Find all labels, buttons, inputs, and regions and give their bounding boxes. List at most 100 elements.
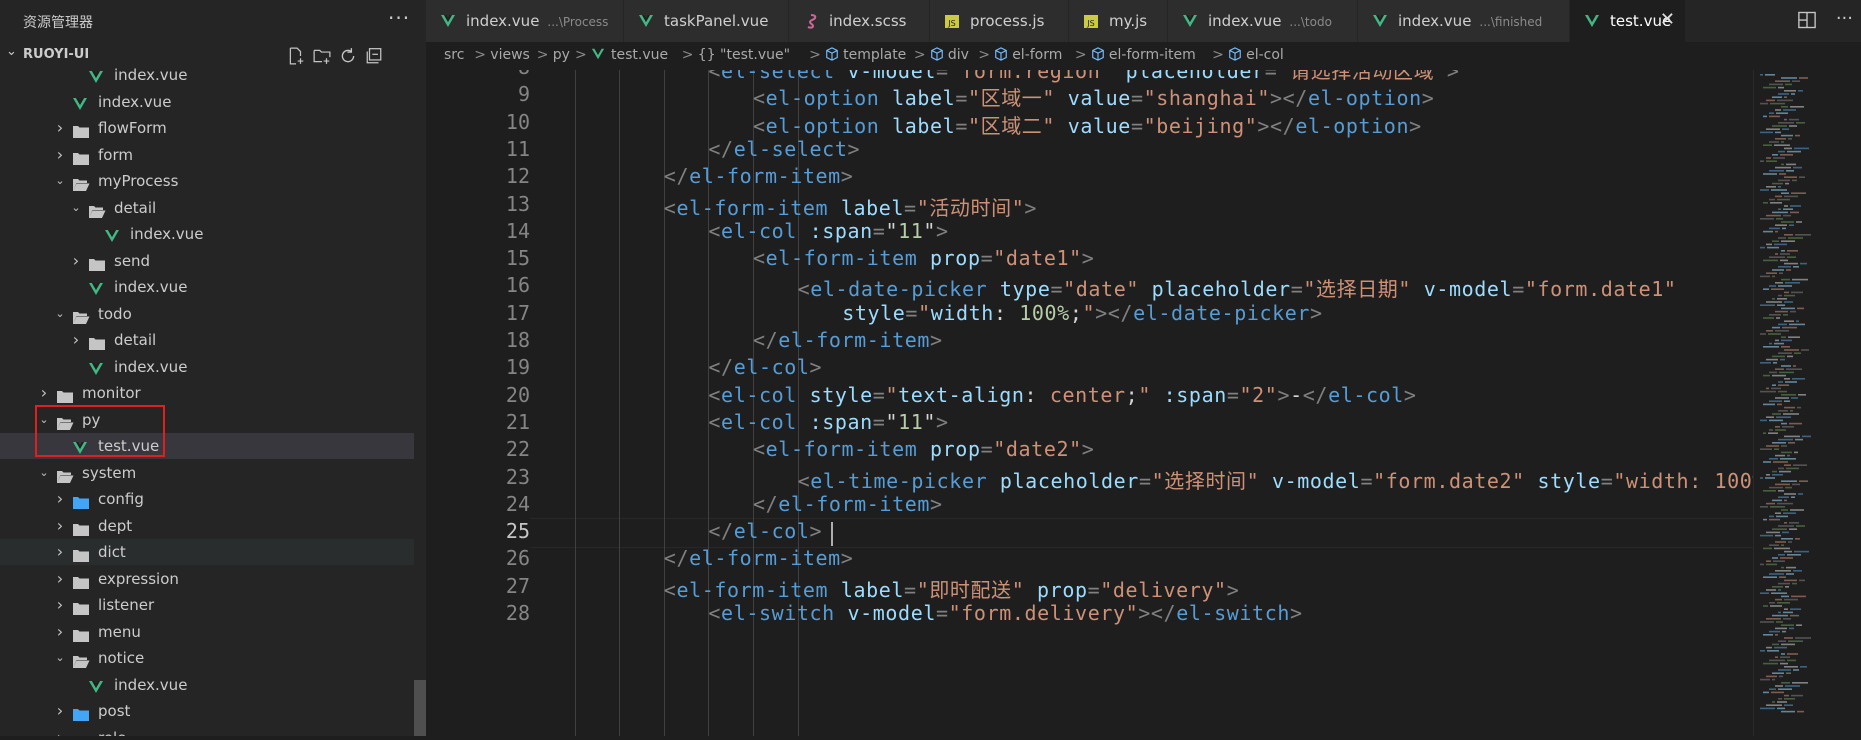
minimap-mark	[1793, 365, 1796, 367]
chevron-right-icon[interactable]: ›	[54, 115, 66, 141]
more-actions-icon[interactable]: ···	[388, 6, 410, 30]
editor-tab[interactable]: JS process.js	[930, 0, 1069, 42]
chevron-right-icon[interactable]: ›	[54, 513, 66, 539]
code-line[interactable]: style="width: 100%;"></el-date-picker>	[530, 301, 1323, 325]
file-item[interactable]: index.vue	[0, 89, 414, 115]
code-editor[interactable]: 8<el-select v-model="form.region" placeh…	[426, 70, 1861, 736]
breadcrumb-item[interactable]: {} "test.vue"	[698, 47, 790, 63]
chevron-right-icon[interactable]: ›	[54, 566, 66, 592]
code-line[interactable]: </el-col>	[530, 355, 822, 379]
code-line[interactable]: <el-time-picker placeholder="选择时间" v-mod…	[530, 465, 1790, 494]
chevron-down-icon[interactable]: ⌄	[54, 301, 66, 327]
code-line[interactable]: <el-form-item prop="date2">	[530, 437, 1094, 461]
code-line[interactable]: <el-switch v-model="form.delivery"></el-…	[530, 601, 1303, 625]
editor-tab[interactable]: index.vue ...\finished	[1358, 0, 1570, 42]
code-line[interactable]: </el-select>	[530, 137, 860, 161]
file-item[interactable]: index.vue	[0, 354, 414, 380]
chevron-right-icon[interactable]: ›	[54, 486, 66, 512]
code-line[interactable]: </el-form-item>	[530, 492, 943, 516]
file-item[interactable]: index.vue	[0, 62, 414, 88]
minimap-mark	[1784, 294, 1795, 297]
breadcrumb-item[interactable]: el-col	[1228, 47, 1284, 63]
chevron-right-icon[interactable]: ›	[70, 327, 82, 353]
folder-item[interactable]: ⌄ todo	[0, 301, 414, 327]
chevron-right-icon[interactable]: ›	[54, 592, 66, 618]
editor-tab[interactable]: taskPanel.vue	[624, 0, 789, 42]
folder-item[interactable]: › detail	[0, 327, 414, 353]
minimap-mark	[1782, 630, 1786, 633]
breadcrumb-item[interactable]: src	[444, 47, 464, 63]
folder-item[interactable]: › flowForm	[0, 115, 414, 141]
breadcrumb-item[interactable]: el-form-item	[1091, 47, 1196, 63]
folder-item[interactable]: › monitor	[0, 380, 414, 406]
folder-item[interactable]: › dept	[0, 513, 414, 539]
folder-item[interactable]: › send	[0, 248, 414, 274]
editor-tab[interactable]: JS my.js	[1069, 0, 1168, 42]
folder-item[interactable]: › expression	[0, 566, 414, 592]
code-line[interactable]: <el-col :span="11">	[530, 219, 949, 243]
chevron-right-icon[interactable]: ›	[54, 725, 66, 737]
line-number: 17	[505, 300, 530, 325]
code-line[interactable]: <el-form-item label="即时配送" prop="deliver…	[530, 574, 1239, 603]
folder-item[interactable]: ⌄ myProcess	[0, 168, 414, 194]
close-icon[interactable]: ✕	[1660, 9, 1675, 30]
line-number: 25	[505, 519, 530, 544]
chevron-down-icon[interactable]: ⌄	[54, 645, 66, 671]
code-line[interactable]: <el-col style="text-align: center;" :spa…	[530, 383, 1417, 407]
folder-item[interactable]: › menu	[0, 619, 414, 645]
chevron-down-icon[interactable]: ⌄	[54, 168, 66, 194]
chevron-right-icon[interactable]: ›	[54, 142, 66, 168]
chevron-right-icon[interactable]: ›	[54, 698, 66, 724]
minimap-mark	[1760, 275, 1770, 278]
code-line[interactable]: <el-col :span="11">	[530, 410, 949, 434]
breadcrumb-item[interactable]: template	[825, 47, 906, 63]
code-line[interactable]: </el-col>	[530, 519, 822, 543]
folder-item[interactable]: › post	[0, 698, 414, 724]
folder-item[interactable]: ⌄ system	[0, 460, 414, 486]
code-line[interactable]: <el-form-item label="活动时间">	[530, 192, 1037, 221]
file-item[interactable]: index.vue	[0, 221, 414, 247]
code-line[interactable]: <el-date-picker type="date" placeholder=…	[530, 273, 1677, 302]
code-line[interactable]: </el-form-item>	[530, 546, 853, 570]
code-line[interactable]: <el-option label="区域一" value="shanghai">…	[530, 82, 1434, 111]
editor-tab[interactable]: test.vue ✕	[1570, 0, 1686, 42]
breadcrumb-item[interactable]: div	[930, 47, 969, 63]
file-item[interactable]: index.vue	[0, 672, 414, 698]
breadcrumb-item[interactable]: el-form	[994, 47, 1062, 63]
folder-item[interactable]: ⌄ notice	[0, 645, 414, 671]
code-token: :	[1024, 382, 1050, 407]
folder-item[interactable]: › config	[0, 486, 414, 512]
split-editor-icon[interactable]	[1797, 10, 1817, 30]
folder-item[interactable]: › form	[0, 142, 414, 168]
editor-tab[interactable]: index.vue ...\todo	[1168, 0, 1358, 42]
breadcrumb-item[interactable]: py	[553, 47, 570, 63]
editor-tab[interactable]: index.scss	[789, 0, 930, 42]
chevron-down-icon[interactable]: ⌄	[70, 195, 82, 221]
more-actions-icon[interactable]: ···	[1836, 8, 1853, 29]
minimap-mark	[1763, 605, 1768, 607]
code-token: </	[1302, 382, 1329, 407]
folder-item[interactable]: › dict	[0, 539, 414, 565]
breadcrumb: src > views > py > test.vue >{} "test.vue" > temp…	[426, 42, 1861, 70]
breadcrumb-item[interactable]: views	[490, 47, 530, 63]
minimap-mark	[1783, 413, 1799, 415]
minimap-mark	[1793, 669, 1799, 671]
chevron-right-icon[interactable]: ›	[54, 539, 66, 565]
file-item[interactable]: index.vue	[0, 274, 414, 300]
sidebar-scrollbar[interactable]	[414, 680, 426, 736]
editor-tab[interactable]: index.vue ...\Process	[426, 0, 624, 42]
minimap[interactable]	[1753, 70, 1861, 736]
folder-item[interactable]: › role	[0, 725, 414, 737]
chevron-right-icon[interactable]: ›	[38, 380, 50, 406]
code-line[interactable]: <el-option label="区域二" value="beijing"><…	[530, 110, 1422, 139]
folder-item[interactable]: ⌄ detail	[0, 195, 414, 221]
breadcrumb-item[interactable]: test.vue	[591, 47, 668, 63]
chevron-right-icon[interactable]: ›	[70, 248, 82, 274]
code-line[interactable]: <el-form-item prop="date1">	[530, 246, 1094, 270]
folder-item[interactable]: › listener	[0, 592, 414, 618]
code-line[interactable]: </el-form-item>	[530, 164, 853, 188]
chevron-down-icon[interactable]: ⌄	[38, 460, 50, 486]
chevron-right-icon[interactable]: ›	[54, 619, 66, 645]
code-line[interactable]: </el-form-item>	[530, 328, 943, 352]
